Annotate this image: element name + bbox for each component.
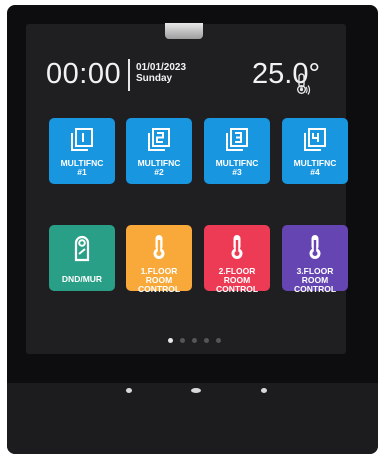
tile-label-line3: CONTROL xyxy=(293,284,337,294)
clock-time: 00:00 xyxy=(46,58,122,90)
pull-down-tab[interactable] xyxy=(165,23,203,39)
tile-multifunction-4[interactable]: MULTIFNC #4 xyxy=(282,118,348,184)
multifunction-2-icon xyxy=(148,128,170,151)
tile-label-line2: #2 xyxy=(154,167,164,177)
multifunction-4-icon xyxy=(304,128,326,151)
page-dot[interactable] xyxy=(180,338,185,343)
multifunction-1-icon xyxy=(71,128,93,151)
tile-label-line2: #1 xyxy=(77,167,87,177)
day-text: Sunday xyxy=(136,73,173,84)
tile-label-line3: CONTROL xyxy=(137,284,181,294)
status-led-right xyxy=(261,388,267,393)
tile-label-line3: CONTROL xyxy=(215,284,259,294)
page-dot[interactable] xyxy=(192,338,197,343)
time-separator xyxy=(128,59,130,91)
tile-multifunction-3[interactable]: MULTIFNC #3 xyxy=(204,118,270,184)
tile-floor-1-room-control[interactable]: 1.FLOOR ROOM CONTROL xyxy=(126,225,192,294)
tile-label-line2: #3 xyxy=(232,167,242,177)
temperature-sensor-icon xyxy=(297,73,311,95)
tile-multifunction-1[interactable]: MULTIFNC #1 xyxy=(49,118,115,184)
page-indicator[interactable] xyxy=(168,338,228,346)
thermometer-icon xyxy=(231,235,243,259)
page-dot-active[interactable] xyxy=(168,338,173,343)
tile-floor-2-room-control[interactable]: 2.FLOOR ROOM CONTROL xyxy=(204,225,270,294)
status-led-center xyxy=(191,388,201,393)
status-led-left xyxy=(126,388,132,393)
tile-label-line2: #4 xyxy=(310,167,320,177)
thermometer-icon xyxy=(309,235,321,259)
page-dot[interactable] xyxy=(216,338,221,343)
clock-date: 01/01/2023 Sunday xyxy=(136,62,186,84)
device-lower-panel xyxy=(7,383,378,454)
date-text: 01/01/2023 xyxy=(136,62,187,73)
thermometer-icon xyxy=(153,235,165,259)
tile-multifunction-2[interactable]: MULTIFNC #2 xyxy=(126,118,192,184)
multifunction-3-icon xyxy=(226,128,248,151)
door-hanger-icon xyxy=(74,235,90,262)
tile-floor-3-room-control[interactable]: 3.FLOOR ROOM CONTROL xyxy=(282,225,348,294)
tile-label-line1: DND/MUR xyxy=(61,274,103,284)
page-dot[interactable] xyxy=(204,338,209,343)
tile-dnd-mur[interactable]: DND/MUR xyxy=(49,225,115,291)
